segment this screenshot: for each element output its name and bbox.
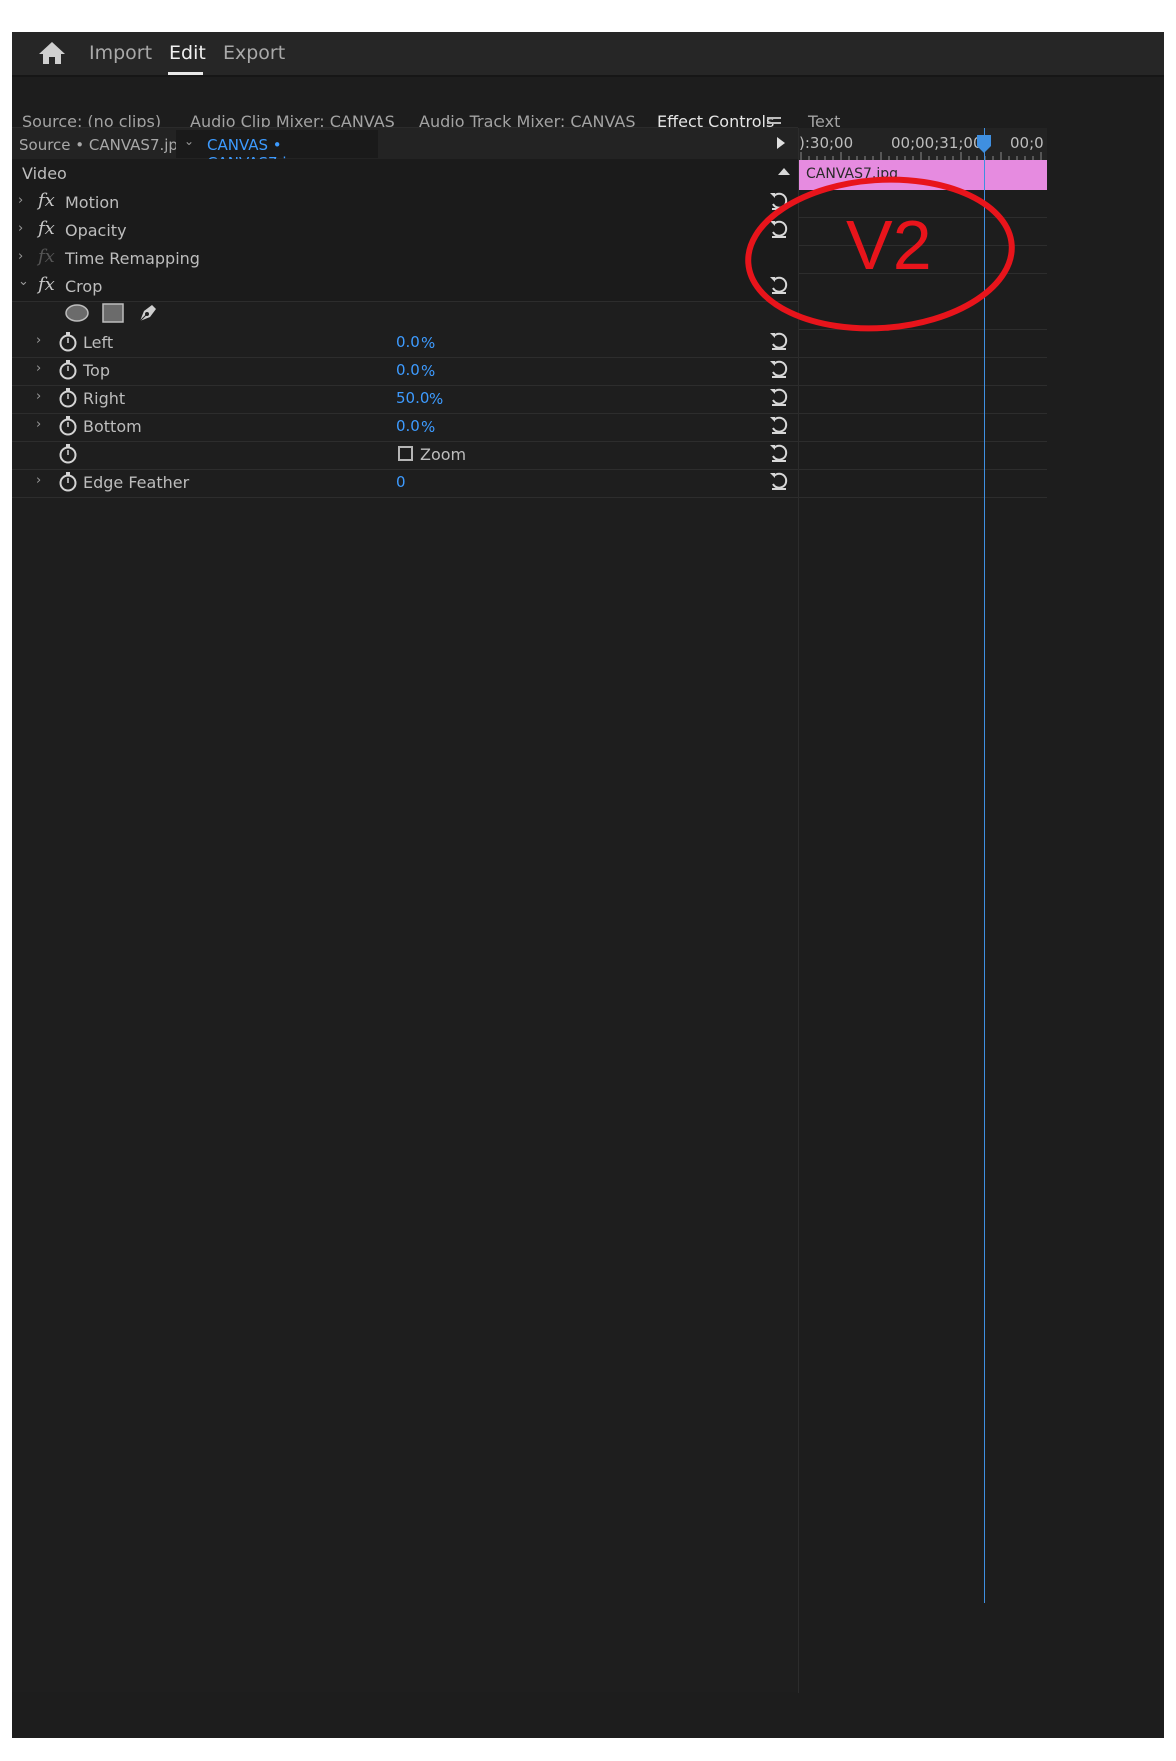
effect-name: Time Remapping: [65, 249, 200, 268]
timecode-label: ):30;00: [799, 134, 854, 152]
param-name: Bottom: [83, 417, 142, 436]
param-unit: %: [429, 390, 444, 408]
chevron-right-icon[interactable]: ›: [18, 249, 23, 264]
effect-row-time-remapping[interactable]: › fx Time Remapping: [12, 243, 798, 274]
param-value[interactable]: 0.0: [396, 417, 420, 435]
chevron-right-icon[interactable]: ›: [36, 361, 41, 376]
reset-icon[interactable]: [768, 414, 790, 436]
param-row-left[interactable]: › Left 0.0 %: [12, 327, 798, 358]
param-value[interactable]: 0.0: [396, 361, 420, 379]
playhead-icon[interactable]: [977, 135, 991, 153]
divider: [799, 357, 1047, 358]
mask-tools-row: [12, 299, 798, 329]
param-name: Zoom: [420, 445, 467, 464]
param-name: Edge Feather: [83, 473, 190, 492]
chevron-down-icon: ⌄: [184, 134, 195, 148]
effect-controls-timeline[interactable]: ):30;00 00;00;31;00 00;0 CANVAS7.jpg: [798, 128, 1047, 1693]
stopwatch-icon[interactable]: [58, 443, 78, 465]
param-row-top[interactable]: › Top 0.0 %: [12, 355, 798, 386]
rectangle-mask-icon[interactable]: [102, 303, 124, 323]
annotation-label: V2: [846, 206, 932, 284]
source-header: Source • CANVAS7.jpg ⌄ CANVAS • CANVAS7.…: [12, 127, 798, 172]
timecode-label: 00;0: [1010, 134, 1044, 152]
stopwatch-icon[interactable]: [58, 415, 78, 437]
param-name: Top: [83, 361, 110, 380]
divider: [799, 469, 1047, 470]
home-icon[interactable]: [37, 40, 67, 66]
reset-icon[interactable]: [768, 470, 790, 492]
param-unit: %: [421, 362, 436, 380]
reset-icon[interactable]: [768, 358, 790, 380]
ellipse-mask-icon[interactable]: [64, 303, 90, 323]
time-ruler[interactable]: ):30;00 00;00;31;00 00;0: [799, 128, 1047, 160]
param-unit: %: [421, 334, 436, 352]
reset-icon[interactable]: [768, 386, 790, 408]
tab-import[interactable]: Import: [89, 40, 152, 68]
stopwatch-icon[interactable]: [58, 387, 78, 409]
effect-name: Crop: [65, 277, 103, 296]
sequence-selector[interactable]: ⌄ CANVAS • CANVAS7.jpg: [176, 130, 378, 172]
param-value[interactable]: 0: [396, 473, 406, 491]
param-name: Left: [83, 333, 114, 352]
chevron-right-icon[interactable]: ›: [18, 193, 23, 208]
param-unit: %: [421, 418, 436, 436]
source-clip-label[interactable]: Source • CANVAS7.jpg: [19, 136, 187, 154]
reset-icon[interactable]: [768, 442, 790, 464]
chevron-down-icon[interactable]: ⌄: [18, 274, 29, 289]
divider: [799, 497, 1047, 498]
effect-controls-list: Video › fx Motion › fx Opacity › fx Time…: [12, 159, 798, 1692]
stopwatch-icon[interactable]: [58, 331, 78, 353]
zoom-checkbox[interactable]: [398, 446, 413, 461]
effect-row-motion[interactable]: › fx Motion: [12, 187, 798, 218]
divider: [799, 413, 1047, 414]
tab-edit[interactable]: Edit: [169, 40, 206, 68]
video-section-header: Video: [12, 159, 798, 190]
chevron-right-icon[interactable]: ›: [36, 473, 41, 488]
section-label: Video: [22, 164, 67, 183]
chevron-right-icon[interactable]: ›: [36, 417, 41, 432]
fx-icon[interactable]: fx: [38, 218, 55, 239]
premiere-window: Import Edit Export Source: (no clips) Au…: [12, 32, 1164, 1738]
pen-mask-icon[interactable]: [136, 301, 160, 325]
fx-icon: fx: [38, 246, 55, 267]
effect-name: Opacity: [65, 221, 127, 240]
effect-row-opacity[interactable]: › fx Opacity: [12, 215, 798, 246]
timecode-label: 00;00;31;00: [891, 134, 983, 152]
chevron-right-icon[interactable]: ›: [18, 221, 23, 236]
param-row-right[interactable]: › Right 50.0 %: [12, 383, 798, 414]
chevron-right-icon[interactable]: ›: [36, 389, 41, 404]
divider: [799, 385, 1047, 386]
play-icon[interactable]: [777, 137, 785, 149]
workspace-bar: Import Edit Export: [12, 32, 1164, 77]
ruler-ticks: [800, 152, 1042, 160]
tab-export[interactable]: Export: [223, 40, 285, 68]
active-tab-indicator: [168, 72, 203, 75]
fx-icon[interactable]: fx: [38, 274, 55, 295]
effect-name: Motion: [65, 193, 120, 212]
param-row-edge-feather[interactable]: › Edge Feather 0: [12, 467, 798, 498]
fx-icon[interactable]: fx: [38, 190, 55, 211]
stopwatch-icon[interactable]: [58, 359, 78, 381]
param-row-bottom[interactable]: › Bottom 0.0 %: [12, 411, 798, 442]
param-name: Right: [83, 389, 126, 408]
param-row-zoom[interactable]: Zoom: [12, 439, 798, 470]
playhead-line: [984, 128, 985, 1603]
chevron-right-icon[interactable]: ›: [36, 333, 41, 348]
divider: [799, 441, 1047, 442]
effect-row-crop[interactable]: ⌄ fx Crop: [12, 271, 798, 302]
param-value[interactable]: 50.0: [396, 389, 429, 407]
stopwatch-icon[interactable]: [58, 471, 78, 493]
param-value[interactable]: 0.0: [396, 333, 420, 351]
